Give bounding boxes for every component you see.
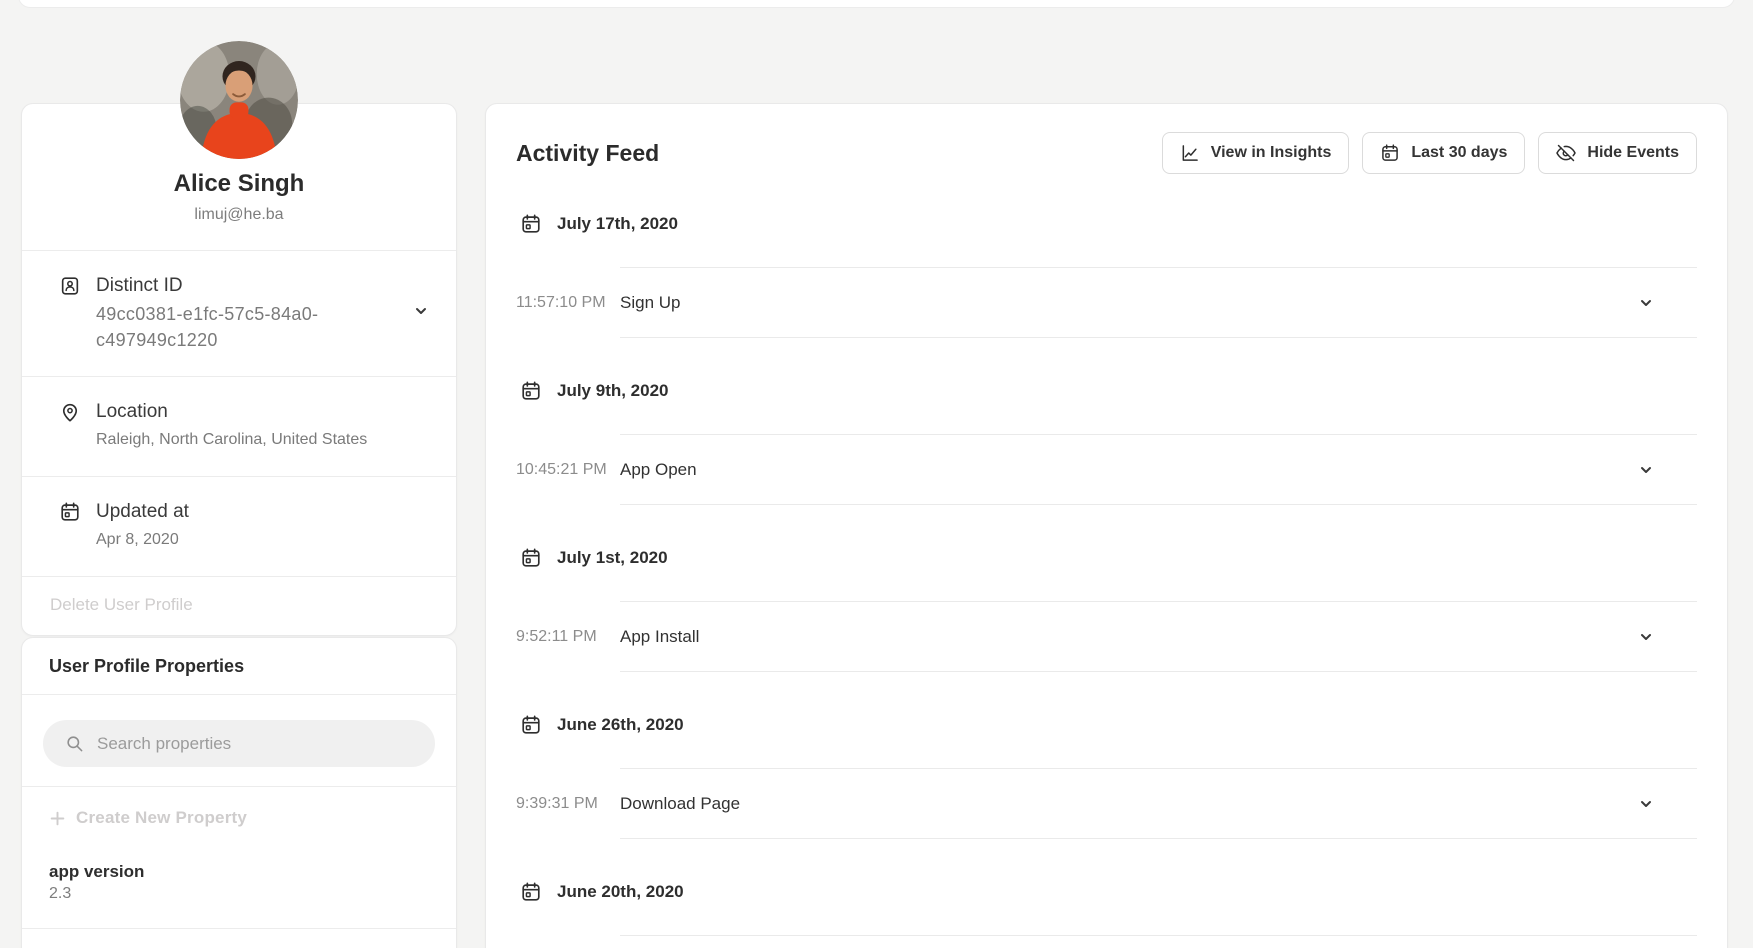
feed-date-group: June 26th, 2020 9:39:31 PM Download Page [516, 713, 1697, 839]
event-time: 11:57:10 PM [516, 267, 620, 338]
search-properties-input[interactable] [97, 734, 419, 754]
event-time: 9:52:11 PM [516, 601, 620, 672]
location-section: Location Raleigh, North Carolina, United… [22, 376, 456, 476]
chevron-down-icon[interactable] [1638, 295, 1654, 311]
delete-user-profile-button[interactable]: Delete User Profile [50, 595, 193, 615]
view-in-insights-button[interactable]: View in Insights [1162, 132, 1350, 174]
hide-events-button[interactable]: Hide Events [1538, 132, 1697, 174]
date-label: July 1st, 2020 [557, 548, 668, 568]
distinct-id-value-line1: 49cc0381-e1fc-57c5-84a0- [96, 301, 318, 327]
search-icon [65, 734, 84, 753]
eye-off-icon [1556, 143, 1576, 163]
create-new-property-button[interactable]: Create New Property [49, 808, 247, 828]
calendar-icon [520, 380, 542, 402]
distinct-id-section: Distinct ID 49cc0381-e1fc-57c5-84a0- c49… [22, 250, 456, 376]
activity-feed-title: Activity Feed [516, 140, 659, 167]
feed-date-group: June 20th, 2020 [516, 880, 1697, 948]
date-label: July 17th, 2020 [557, 214, 678, 234]
avatar [180, 41, 298, 159]
line-chart-icon [1180, 143, 1200, 163]
calendar-icon [520, 881, 542, 903]
view-in-insights-label: View in Insights [1211, 144, 1332, 162]
plus-icon [49, 810, 66, 827]
hide-events-label: Hide Events [1587, 144, 1679, 162]
property-divider [22, 928, 456, 929]
date-header: June 26th, 2020 [516, 713, 1697, 737]
feed-date-group: July 9th, 2020 10:45:21 PM App Open [516, 379, 1697, 505]
event-time: 10:45:21 PM [516, 434, 620, 505]
chevron-down-icon[interactable] [1638, 629, 1654, 645]
delete-profile-row: Delete User Profile [22, 576, 456, 635]
calendar-icon [1380, 143, 1400, 163]
location-label: Location [96, 400, 367, 424]
date-header: June 20th, 2020 [516, 880, 1697, 904]
updated-at-value: Apr 8, 2020 [96, 527, 189, 553]
location-pin-icon [59, 401, 81, 423]
chevron-down-icon[interactable] [1638, 462, 1654, 478]
property-name: app version [49, 861, 429, 883]
date-range-label: Last 30 days [1411, 144, 1507, 162]
event-time: 9:39:31 PM [516, 768, 620, 839]
date-header: July 9th, 2020 [516, 379, 1697, 403]
profile-email: limuj@he.ba [42, 204, 436, 226]
top-nav-bar-edge [18, 0, 1735, 8]
location-value: Raleigh, North Carolina, United States [96, 427, 367, 453]
event-row-partial [516, 935, 1697, 948]
updated-at-section: Updated at Apr 8, 2020 [22, 476, 456, 576]
updated-at-label: Updated at [96, 500, 189, 524]
search-properties-box[interactable] [43, 720, 435, 767]
id-badge-icon [59, 275, 81, 297]
date-label: June 20th, 2020 [557, 882, 684, 902]
date-label: July 9th, 2020 [557, 381, 669, 401]
event-name: App Open [620, 460, 697, 480]
distinct-id-label: Distinct ID [96, 274, 318, 298]
user-profile-card: Alice Singh limuj@he.ba Distinct ID 49cc… [21, 103, 457, 636]
event-name: App Install [620, 627, 699, 647]
properties-title: User Profile Properties [49, 655, 429, 677]
calendar-icon [59, 501, 81, 523]
event-row[interactable]: 11:57:10 PM Sign Up [516, 267, 1697, 338]
distinct-id-value-line2: c497949c1220 [96, 327, 318, 353]
distinct-id-chevron-down-icon[interactable] [413, 303, 429, 319]
date-header: July 1st, 2020 [516, 546, 1697, 570]
user-profile-properties-card: User Profile Properties Create New Prope… [21, 637, 457, 948]
property-item: app version 2.3 [49, 861, 429, 928]
feed-date-group: July 1st, 2020 9:52:11 PM App Install [516, 546, 1697, 672]
calendar-icon [520, 714, 542, 736]
calendar-icon [520, 547, 542, 569]
date-label: June 26th, 2020 [557, 715, 684, 735]
event-row[interactable]: 10:45:21 PM App Open [516, 434, 1697, 505]
calendar-icon [520, 213, 542, 235]
feed-date-group: July 17th, 2020 11:57:10 PM Sign Up [516, 212, 1697, 338]
event-row[interactable]: 9:39:31 PM Download Page [516, 768, 1697, 839]
event-time [516, 935, 620, 948]
date-range-button[interactable]: Last 30 days [1362, 132, 1525, 174]
chevron-down-icon[interactable] [1638, 796, 1654, 812]
event-name: Sign Up [620, 293, 680, 313]
property-value: 2.3 [49, 883, 429, 905]
event-name: Download Page [620, 794, 740, 814]
date-header: July 17th, 2020 [516, 212, 1697, 236]
create-new-property-label: Create New Property [76, 808, 247, 828]
profile-name: Alice Singh [42, 170, 436, 198]
activity-feed-card: Activity Feed View in Insights Last 30 d… [485, 103, 1728, 948]
event-row[interactable]: 9:52:11 PM App Install [516, 601, 1697, 672]
